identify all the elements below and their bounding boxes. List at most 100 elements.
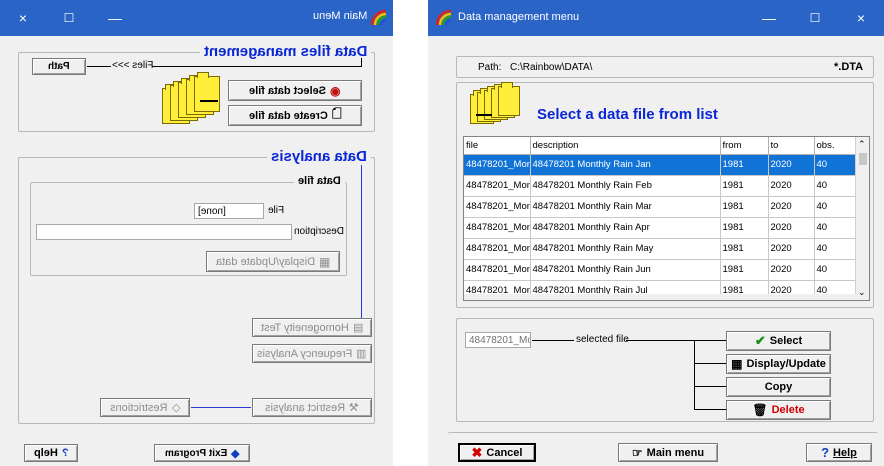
table-row[interactable]: 48478201_Mon 48478201 Monthly Rain Jan 1… [464, 154, 857, 176]
chart-icon: ▥ [356, 348, 367, 360]
cell-obs: 40 [814, 217, 857, 239]
select-button[interactable]: ✔ Select [726, 331, 831, 351]
cell-file: 48478201_Mon [464, 196, 531, 218]
cell-from: 1981 [720, 259, 769, 281]
help-button-right[interactable]: ? Help [806, 443, 872, 462]
extension-filter: *.DTA [834, 61, 864, 73]
table-row[interactable]: 48478201_Mon 48478201 Monthly Rain Jun 1… [464, 259, 857, 281]
close-icon[interactable]: × [0, 0, 46, 36]
selected-file-label: selected file [576, 334, 629, 345]
document-icon: ▤ [352, 322, 364, 334]
table-row[interactable]: 48478201_Mon 48478201 Monthly Rain Apr 1… [464, 217, 857, 239]
scroll-down-icon[interactable]: ⌄ [858, 287, 866, 298]
tools-icon: ⚒ [349, 402, 359, 414]
column-header-file[interactable]: file [464, 137, 531, 155]
path-value: C:\Rainbow\DATA\ [510, 62, 593, 73]
cancel-icon: ✖ [471, 444, 483, 460]
description-field[interactable] [36, 224, 292, 240]
table-horizontal-scrollbar[interactable] [464, 294, 856, 300]
homogeneity-test-label: Homogeneity Test [260, 321, 349, 334]
select-data-file-button[interactable]: Select data file ◉ [228, 80, 362, 101]
restrictions-button[interactable]: Restrictions ◇ [100, 398, 190, 417]
display-update-data-button[interactable]: Display/Update data ▦ [206, 251, 340, 272]
scroll-thumb[interactable] [859, 153, 867, 165]
cell-to: 2020 [768, 175, 815, 197]
maximize-icon[interactable]: ☐ [792, 0, 838, 36]
table-row[interactable]: 48478201_Mon 48478201 Monthly Rain Mar 1… [464, 196, 857, 218]
data-management-titlebar: Data management menu — ☐ × [428, 0, 884, 36]
new-file-icon: 🗋 [331, 107, 342, 121]
column-header-obs[interactable]: obs. [814, 137, 857, 155]
data-file-title: Data file [298, 175, 341, 187]
create-data-file-button[interactable]: Create data file 🗋 [228, 105, 362, 126]
cell-obs: 40 [814, 238, 857, 260]
help-button-right-label: Help [833, 446, 857, 459]
close-icon[interactable]: × [838, 0, 884, 36]
restrict-connector [191, 407, 251, 408]
homogeneity-test-button[interactable]: Homogeneity Test ▤ [252, 318, 372, 337]
selected-connector-right [626, 340, 726, 341]
path-button[interactable]: Path [32, 58, 86, 75]
table-row[interactable]: 48478201_Mon 48478201 Monthly Rain May 1… [464, 238, 857, 260]
restrictions-label: Restrictions [110, 401, 168, 414]
pointing-hand-icon: ☞ [631, 445, 643, 460]
data-file-table: file description from to obs. 48478201_M… [463, 136, 870, 301]
maximize-icon[interactable]: ☐ [46, 0, 92, 36]
description-label: Description [294, 226, 345, 237]
main-menu-window: × ☐ — Main Menu Data files management Pa… [0, 0, 393, 466]
cell-to: 2020 [768, 196, 815, 218]
display-update-button[interactable]: ▦ Display/Update [726, 354, 831, 374]
main-menu-button[interactable]: ☞ Main menu [618, 443, 718, 462]
help-icon: ? [821, 445, 830, 460]
table-icon: ▦ [731, 357, 743, 371]
delete-connector [694, 409, 726, 410]
cell-file: 48478201_Mon [464, 238, 531, 260]
main-menu-titlebar: × ☐ — Main Menu [0, 0, 393, 36]
copy-button[interactable]: Copy [726, 377, 831, 397]
cell-to: 2020 [768, 217, 815, 239]
exit-icon: ◆ [230, 447, 240, 460]
table-icon: ▦ [318, 254, 331, 269]
display-connector [694, 363, 726, 364]
table-row[interactable]: 48478201_Mon 48478201 Monthly Rain Feb 1… [464, 175, 857, 197]
cell-from: 1981 [720, 217, 769, 239]
exit-program-button[interactable]: Exit Program ◆ [154, 444, 250, 462]
diamond-icon: ◇ [171, 402, 180, 414]
column-header-description[interactable]: description [530, 137, 721, 155]
column-header-to[interactable]: to [768, 137, 815, 155]
column-header-from[interactable]: from [720, 137, 769, 155]
select-heading: Select a data file from list [537, 106, 718, 123]
frequency-analysis-label: Frequency Analysis [257, 347, 353, 360]
minimize-icon[interactable]: — [92, 0, 138, 36]
cell-file: 48478201_Mon [464, 154, 531, 176]
cell-file: 48478201_Mon [464, 175, 531, 197]
rainbow-app-icon [436, 10, 452, 26]
copy-button-label: Copy [764, 381, 793, 393]
files-connector [152, 66, 362, 67]
file-field: [none] [194, 203, 264, 219]
delete-button[interactable]: 🗑 Delete [726, 400, 831, 420]
create-data-file-label: Create data file [248, 109, 328, 122]
exit-program-label: Exit Program [164, 447, 227, 459]
minimize-icon[interactable]: — [746, 0, 792, 36]
cell-from: 1981 [720, 196, 769, 218]
help-button[interactable]: Help ? [24, 444, 78, 462]
scroll-up-icon[interactable]: ⌃ [858, 139, 866, 150]
table-header-row: file description from to obs. [464, 137, 857, 155]
cell-obs: 40 [814, 175, 857, 197]
cancel-button-label: Cancel [486, 446, 523, 459]
cancel-button[interactable]: ✖ Cancel [458, 443, 536, 462]
selected-file-field: 48478201_Mon [465, 332, 531, 348]
cell-file: 48478201_Mon [464, 217, 531, 239]
cell-description: 48478201 Monthly Rain Jan [530, 154, 721, 176]
display-update-data-label: Display/Update data [215, 255, 315, 268]
data-management-title: Data management menu [458, 11, 580, 23]
select-button-label: Select [769, 335, 803, 347]
frequency-analysis-button[interactable]: Frequency Analysis ▥ [252, 344, 372, 363]
path-label: Path: [478, 62, 502, 73]
table-vertical-scrollbar[interactable]: ⌃ ⌄ [855, 137, 869, 300]
files-connector-vertical [361, 58, 362, 67]
cell-to: 2020 [768, 238, 815, 260]
cell-description: 48478201 Monthly Rain Mar [530, 196, 721, 218]
restrict-analysis-button[interactable]: Restrict analysis ⚒ [252, 398, 372, 417]
